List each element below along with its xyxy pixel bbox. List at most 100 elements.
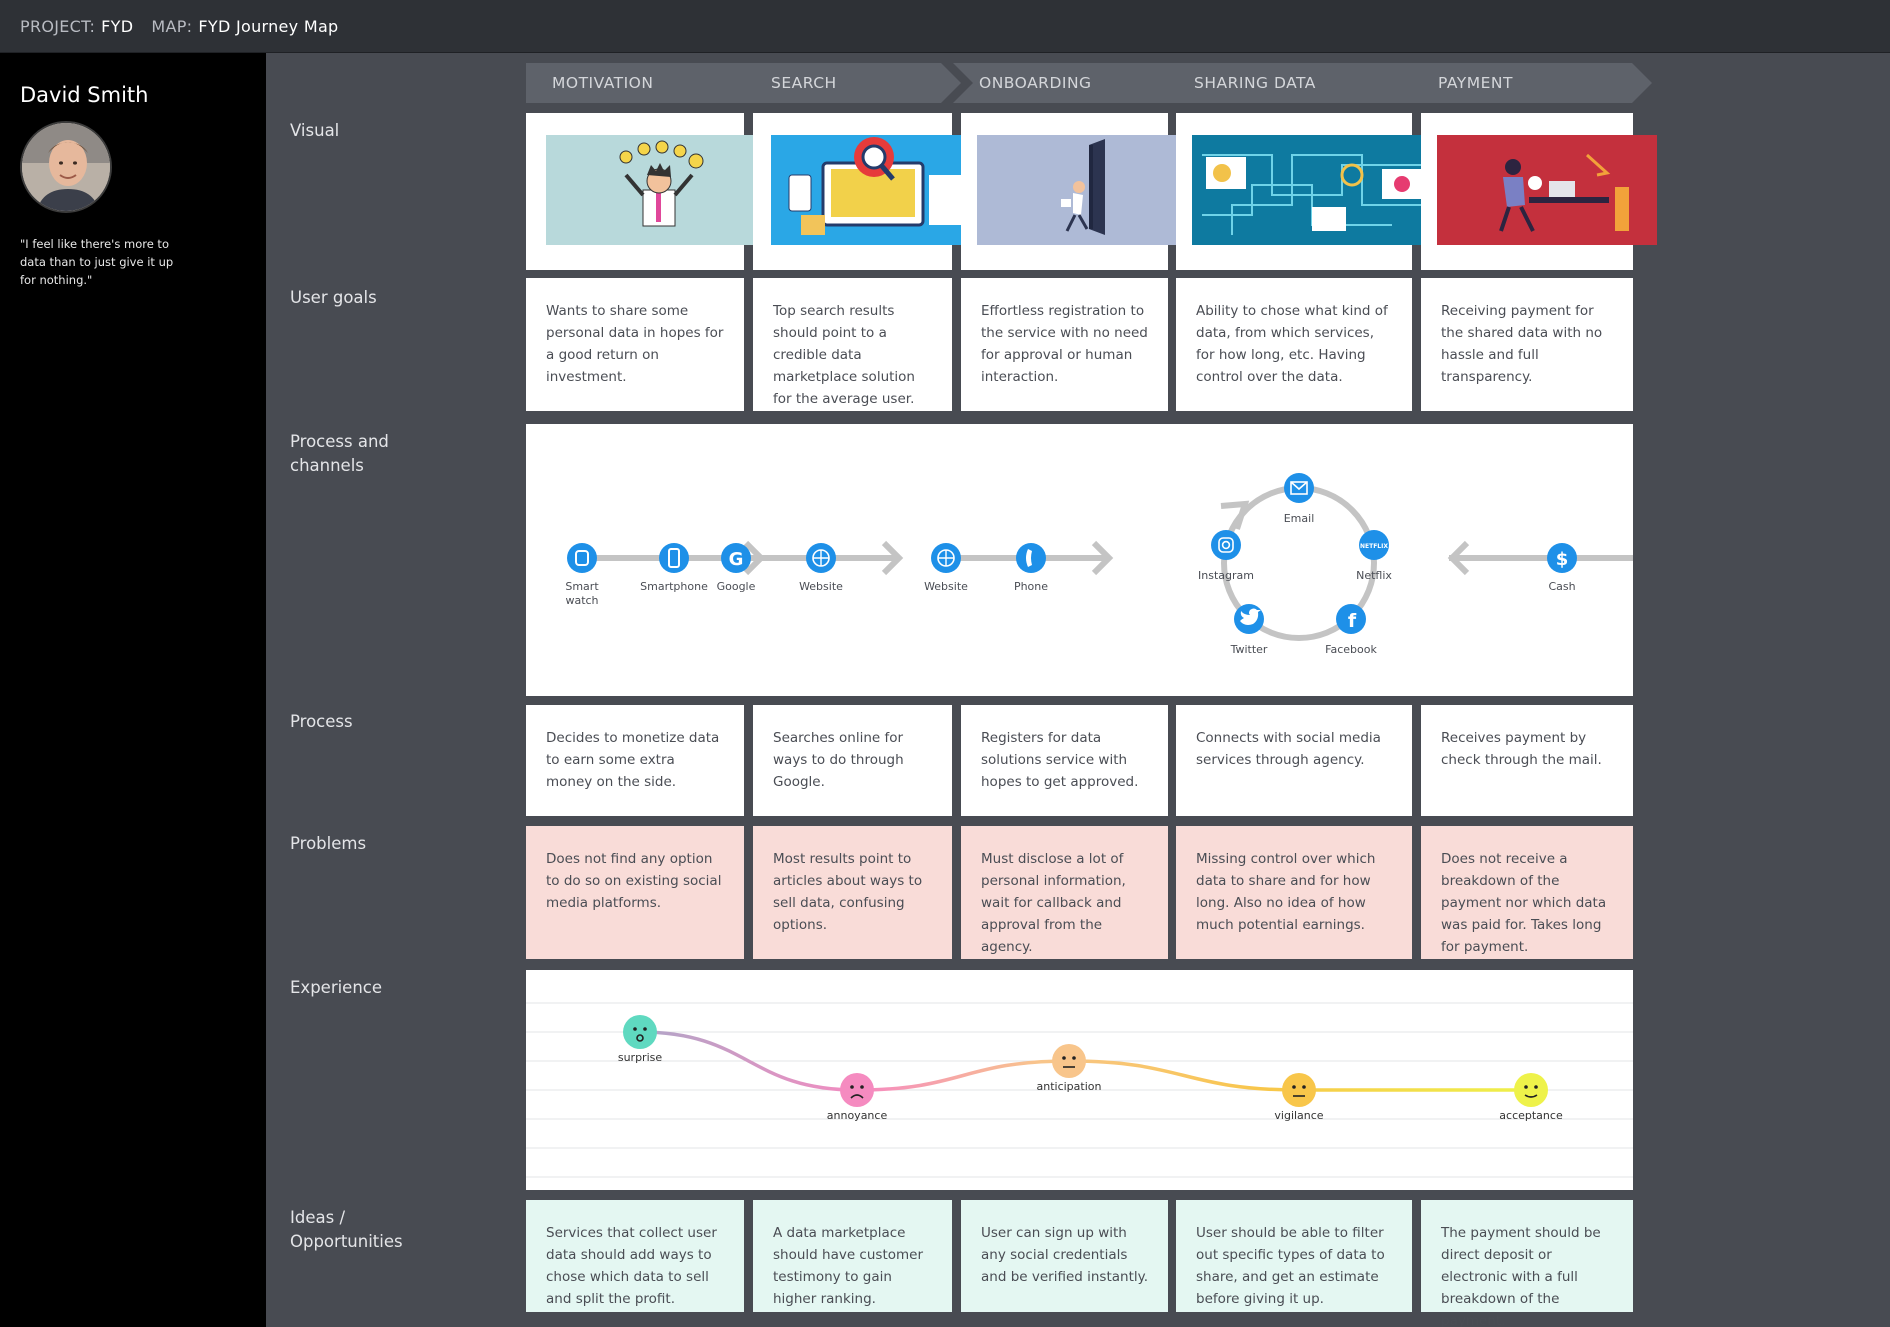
experience-chart: surprise annoyance anticipation vigilance ac… <box>526 1002 1633 1178</box>
process-card-motivation: Decides to monetize data to earn some ex… <box>526 705 744 816</box>
goal-card-onboarding: Effortless registration to the service w… <box>961 278 1168 411</box>
row-label-user-goals: User goals <box>290 288 377 307</box>
channel-label: Google <box>717 580 756 593</box>
project-name[interactable]: FYD <box>101 17 133 36</box>
stage-motivation[interactable]: MOTIVATION <box>526 63 766 103</box>
stage-payment[interactable]: PAYMENT <box>1412 63 1652 103</box>
svg-text:NETFLIX: NETFLIX <box>1360 543 1388 550</box>
map-key: MAP: <box>151 16 193 36</box>
emotion-marker-vigilance[interactable]: vigilance <box>1274 1073 1324 1122</box>
idea-card-search: A data marketplace should have customer … <box>753 1200 952 1312</box>
map-name[interactable]: FYD Journey Map <box>198 17 338 36</box>
visual-card-sharing-data <box>1176 113 1442 270</box>
visual-card-payment <box>1421 113 1657 270</box>
experience-panel: surprise annoyance anticipation vigilance ac… <box>526 970 1633 1190</box>
channel-label: Website <box>799 580 843 593</box>
goal-card-search: Top search results should point to a cre… <box>753 278 952 411</box>
journey-map: Visual User goals Process and channels P… <box>266 53 1890 1327</box>
idea-card-motivation: Services that collect user data should a… <box>526 1200 744 1312</box>
channel-cycle-sharing-data: NETFLIX f Email Netflix Facebook Twitter… <box>1198 473 1392 656</box>
problem-card-search: Most results point to articles about way… <box>753 826 952 959</box>
emotion-face-icon <box>1282 1073 1316 1107</box>
channel-flow-payment: $ Cash <box>1447 543 1633 593</box>
phone-icon[interactable] <box>1016 543 1046 573</box>
row-label-ideas: Ideas / Opportunities <box>290 1208 403 1251</box>
emotion-label: vigilance <box>1274 1109 1323 1122</box>
svg-text:G: G <box>729 549 744 570</box>
netflix-icon[interactable]: NETFLIX <box>1359 530 1389 560</box>
channel-label: watch <box>565 594 598 607</box>
smartphone-icon[interactable] <box>659 543 689 573</box>
persona-name: David Smith <box>20 83 149 107</box>
smartwatch-icon[interactable] <box>567 543 597 573</box>
illustration-payment <box>1437 135 1657 245</box>
idea-card-payment: The payment should be direct deposit or … <box>1421 1200 1633 1327</box>
idea-card-sharing-data: User should be able to filter out specif… <box>1176 1200 1412 1312</box>
emotion-marker-acceptance[interactable]: acceptance <box>1499 1073 1563 1122</box>
goal-card-payment: Receiving payment for the shared data wi… <box>1421 278 1633 411</box>
website-icon[interactable] <box>931 543 961 573</box>
website-icon[interactable] <box>806 543 836 573</box>
dollar-icon[interactable]: $ <box>1547 543 1577 573</box>
emotion-face-icon <box>1052 1044 1086 1078</box>
emotion-marker-surprise[interactable]: surprise <box>618 1015 663 1064</box>
illustration-data-network <box>1192 135 1442 245</box>
emotion-label: acceptance <box>1499 1109 1563 1122</box>
idea-card-onboarding: User can sign up with any social credent… <box>961 1200 1168 1312</box>
row-label-problems: Problems <box>290 834 367 853</box>
channel-label: Website <box>924 580 968 593</box>
emotion-face-icon <box>623 1015 657 1049</box>
goal-card-sharing-data: Ability to chose what kind of data, from… <box>1176 278 1412 411</box>
row-label-visual: Visual <box>290 121 340 140</box>
svg-text:f: f <box>1348 610 1357 632</box>
twitter-icon[interactable] <box>1234 604 1264 634</box>
emotion-face-icon <box>1514 1073 1548 1107</box>
emotion-marker-annoyance[interactable]: annoyance <box>827 1073 888 1122</box>
visual-card-motivation <box>526 113 770 270</box>
row-label-process: Process <box>290 712 353 731</box>
google-icon[interactable]: G <box>721 543 751 573</box>
channel-label: Phone <box>1014 580 1048 593</box>
email-icon[interactable] <box>1284 473 1314 503</box>
row-label-experience: Experience <box>290 978 383 997</box>
channel-flow-onboarding: Website Phone <box>924 543 1109 593</box>
problem-card-payment: Does not receive a breakdown of the paym… <box>1421 826 1633 959</box>
problem-card-onboarding: Must disclose a lot of personal informat… <box>961 826 1168 959</box>
project-key: PROJECT: <box>20 16 96 36</box>
process-card-sharing-data: Connects with social media services thro… <box>1176 705 1412 816</box>
channel-label: Facebook <box>1325 643 1377 656</box>
row-label-process-channels: Process and channels <box>290 432 389 475</box>
process-card-payment: Receives payment by check through the ma… <box>1421 705 1633 816</box>
persona-quote: "I feel like there's more to data than t… <box>20 237 174 287</box>
channel-label: Smartphone <box>640 580 708 593</box>
process-card-onboarding: Registers for data solutions service wit… <box>961 705 1168 816</box>
emotion-marker-anticipation[interactable]: anticipation <box>1037 1044 1102 1093</box>
channel-label: Netflix <box>1356 569 1392 582</box>
instagram-icon[interactable] <box>1211 530 1241 560</box>
emotion-label: surprise <box>618 1051 663 1064</box>
avatar <box>20 121 112 213</box>
emotion-label: annoyance <box>827 1109 888 1122</box>
top-bar: PROJECT: FYD MAP: FYD Journey Map <box>0 0 1890 53</box>
process-card-search: Searches online for ways to do through G… <box>753 705 952 816</box>
channel-flow-search: G Google Website <box>717 543 899 593</box>
facebook-icon[interactable]: f <box>1336 604 1366 634</box>
goal-card-motivation: Wants to share some personal data in hop… <box>526 278 744 411</box>
illustration-ideas <box>546 135 770 245</box>
channel-label: Twitter <box>1230 643 1268 656</box>
svg-text:$: $ <box>1556 549 1569 570</box>
emotion-label: anticipation <box>1037 1080 1102 1093</box>
stage-search[interactable]: SEARCH <box>745 63 961 103</box>
illustration-search <box>771 135 977 245</box>
stage-sharing-data[interactable]: SHARING DATA <box>1168 63 1436 103</box>
stage-onboarding[interactable]: ONBOARDING <box>953 63 1191 103</box>
emotion-face-icon <box>840 1073 874 1107</box>
channel-label: Smart <box>565 580 599 593</box>
visual-card-onboarding <box>961 113 1191 270</box>
channel-label: Cash <box>1548 580 1575 593</box>
channel-label: Instagram <box>1198 569 1254 582</box>
visual-card-search <box>753 113 977 270</box>
problem-card-sharing-data: Missing control over which data to share… <box>1176 826 1412 959</box>
illustration-door <box>977 135 1191 245</box>
channel-label: Email <box>1284 512 1315 525</box>
